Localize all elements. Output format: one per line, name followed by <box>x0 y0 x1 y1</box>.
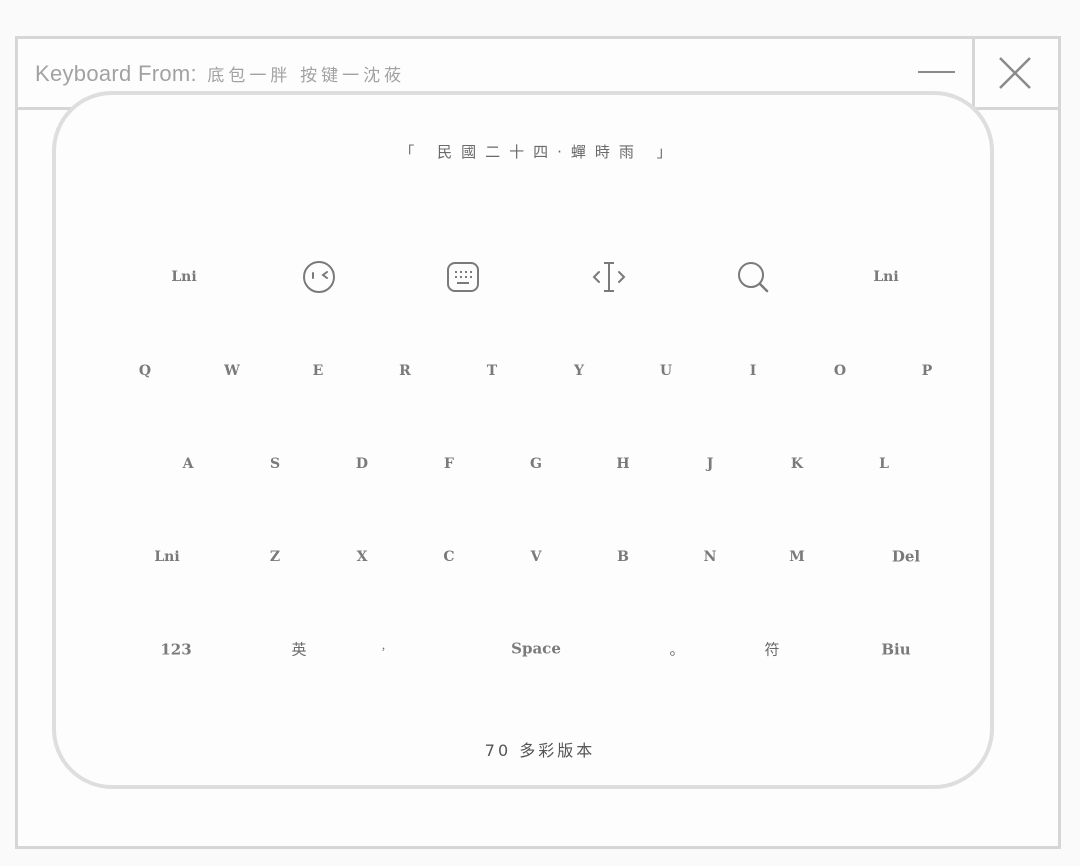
close-button[interactable] <box>972 39 1058 107</box>
key-t[interactable]: T <box>487 364 497 378</box>
window-title: Keyboard From: 底包一胖 按键一沈莜 <box>35 61 405 87</box>
key-u[interactable]: U <box>660 364 672 378</box>
cursor-move-icon[interactable] <box>591 260 627 294</box>
title-prefix: Keyboard From: <box>35 61 197 86</box>
key-period[interactable]: 。 <box>669 642 684 658</box>
keyboard-icon[interactable] <box>446 260 480 294</box>
key-v[interactable]: V <box>531 550 542 564</box>
key-g[interactable]: G <box>530 457 542 471</box>
minimize-icon <box>918 71 955 73</box>
key-english-toggle[interactable]: 英 <box>291 642 306 658</box>
key-numbers[interactable]: 123 <box>160 642 191 658</box>
key-b[interactable]: B <box>617 550 629 564</box>
key-delete[interactable]: Del <box>892 549 920 565</box>
key-lni-left[interactable]: Lni <box>171 270 196 284</box>
poem-banner: 「 民國二十四·蟬時雨 」 <box>399 143 681 161</box>
key-m[interactable]: M <box>789 550 805 564</box>
key-o[interactable]: O <box>834 364 846 378</box>
emoji-face-icon[interactable] <box>302 260 336 294</box>
key-symbols[interactable]: 符 <box>764 642 779 658</box>
key-w[interactable]: W <box>224 364 240 378</box>
key-y[interactable]: Y <box>574 364 584 378</box>
key-q[interactable]: Q <box>139 364 151 378</box>
key-lni-right[interactable]: Lni <box>873 270 898 284</box>
key-z[interactable]: Z <box>270 550 280 564</box>
key-space[interactable]: Space <box>511 641 561 657</box>
key-n[interactable]: N <box>704 550 717 564</box>
key-j[interactable]: J <box>707 457 714 471</box>
key-h[interactable]: H <box>616 457 629 471</box>
key-c[interactable]: C <box>443 550 454 564</box>
key-x[interactable]: X <box>357 550 368 564</box>
key-i[interactable]: I <box>750 364 757 378</box>
key-e[interactable]: E <box>313 364 324 378</box>
key-s[interactable]: S <box>270 457 280 471</box>
key-lni-shift[interactable]: Lni <box>154 550 179 564</box>
key-a[interactable]: A <box>183 457 194 471</box>
search-icon[interactable] <box>736 260 770 294</box>
close-icon <box>999 57 1031 89</box>
version-label: 70 多彩版本 <box>484 741 596 760</box>
key-biu[interactable]: Biu <box>881 642 910 658</box>
key-k[interactable]: K <box>791 457 803 471</box>
key-f[interactable]: F <box>444 457 454 471</box>
keyboard-panel <box>52 91 994 789</box>
key-p[interactable]: P <box>922 364 933 378</box>
key-l[interactable]: L <box>879 457 889 471</box>
key-r[interactable]: R <box>399 364 411 378</box>
title-credits: 底包一胖 按键一沈莜 <box>207 66 406 85</box>
key-d[interactable]: D <box>356 457 368 471</box>
key-comma[interactable]: ， <box>381 643 391 653</box>
